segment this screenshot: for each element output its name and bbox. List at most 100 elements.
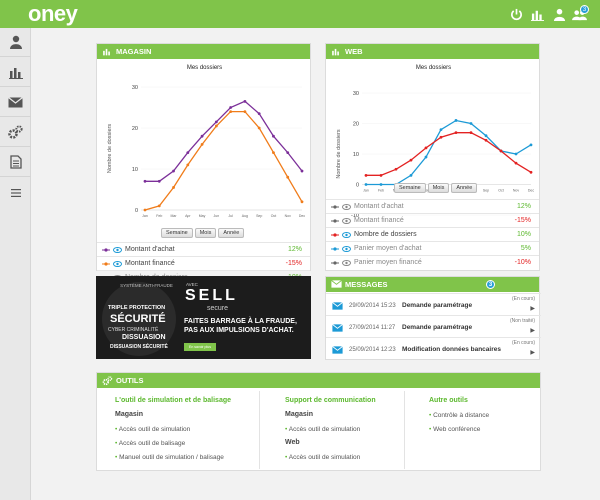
message-subject: Demande paramétrage bbox=[402, 324, 473, 331]
data-point bbox=[529, 170, 533, 174]
x-tick-label: Nov bbox=[285, 214, 291, 218]
eye-icon[interactable] bbox=[342, 246, 351, 252]
x-tick-label: Sep bbox=[256, 214, 262, 218]
web-period-buttons: Semaine Mois Année bbox=[394, 183, 478, 193]
banner-line-6: DISSUASION SÉCURITÉ bbox=[110, 344, 168, 350]
data-point bbox=[229, 106, 233, 109]
data-point bbox=[300, 200, 304, 204]
period-month-button[interactable]: Mois bbox=[194, 228, 217, 238]
banner-more-button[interactable]: En savoir plus bbox=[184, 343, 216, 351]
eye-icon[interactable] bbox=[113, 247, 122, 253]
sidebar bbox=[0, 28, 31, 500]
period-month-button[interactable]: Mois bbox=[427, 183, 450, 193]
data-point bbox=[172, 169, 175, 173]
legend-row[interactable]: Montant financé -15% bbox=[326, 213, 539, 227]
power-icon[interactable] bbox=[510, 8, 523, 21]
message-row[interactable]: 29/09/2014 15:23 Demande paramétrage (En c… bbox=[326, 293, 541, 315]
period-week-button[interactable]: Semaine bbox=[161, 228, 193, 238]
outils-col-autres: Autre outils • Contrôle à distance • Web… bbox=[417, 391, 537, 469]
caret-right-icon[interactable]: ▶ bbox=[530, 349, 535, 356]
bar-chart-icon bbox=[332, 48, 339, 56]
data-point bbox=[514, 152, 518, 156]
document-icon bbox=[9, 155, 22, 169]
link-balisage[interactable]: • Accès outil de balisage bbox=[115, 440, 185, 447]
x-tick-label: Jul bbox=[228, 214, 233, 218]
period-year-button[interactable]: Année bbox=[218, 228, 245, 238]
sidebar-item-stats[interactable] bbox=[0, 58, 31, 87]
legend-label: Panier moyen financé bbox=[354, 259, 422, 266]
x-tick-label: Sep bbox=[483, 189, 489, 193]
eye-icon[interactable] bbox=[342, 218, 351, 224]
data-point bbox=[409, 158, 413, 162]
legend-label: Montant d'achat bbox=[125, 246, 175, 253]
sidebar-item-documents[interactable] bbox=[0, 148, 31, 177]
sidebar-item-messages[interactable] bbox=[0, 88, 31, 117]
x-tick-label: Jan bbox=[363, 189, 369, 193]
sidebar-item-profile[interactable] bbox=[0, 28, 31, 57]
legend-row[interactable]: Nombre de dossiers 10% bbox=[326, 227, 539, 241]
link-communication-magasin[interactable]: • Accès outil de simulation bbox=[285, 426, 360, 433]
banner-brand: SELL bbox=[185, 287, 238, 304]
sidebar-item-menu[interactable] bbox=[0, 178, 31, 207]
notification-badge[interactable]: 3 bbox=[580, 5, 589, 14]
data-point bbox=[214, 124, 218, 128]
oney-logo[interactable]: oney bbox=[28, 1, 78, 27]
legend-row[interactable]: Panier moyen d'achat 5% bbox=[326, 241, 539, 255]
x-tick-label: Feb bbox=[156, 214, 162, 218]
data-point bbox=[469, 131, 473, 135]
data-point bbox=[243, 110, 247, 113]
banner-brand-sub: secure bbox=[207, 305, 229, 312]
eye-icon[interactable] bbox=[342, 204, 351, 210]
data-point bbox=[364, 183, 368, 186]
period-week-button[interactable]: Semaine bbox=[394, 183, 426, 193]
magasin-header: MAGASIN bbox=[97, 44, 310, 59]
link-manuel[interactable]: • Manuel outil de simulation / balisage bbox=[115, 454, 224, 461]
legend-row[interactable]: Montant d'achat 12% bbox=[326, 199, 539, 213]
data-point bbox=[514, 161, 518, 165]
series-marker-icon bbox=[102, 248, 110, 252]
x-tick-label: May bbox=[199, 214, 206, 218]
data-point bbox=[200, 134, 204, 138]
magasin-period-buttons: Semaine Mois Année bbox=[161, 228, 245, 238]
data-point bbox=[454, 119, 458, 122]
period-year-button[interactable]: Année bbox=[451, 183, 478, 193]
legend-label: Nombre de dossiers bbox=[354, 231, 417, 238]
bar-chart-icon bbox=[8, 68, 23, 79]
message-row[interactable]: 27/09/2014 11:27 Demande paramétrage (Non … bbox=[326, 315, 541, 337]
legend-row[interactable]: Montant financé -15% bbox=[97, 256, 310, 270]
eye-icon[interactable] bbox=[342, 232, 351, 238]
caret-right-icon[interactable]: ▶ bbox=[530, 305, 535, 312]
eye-icon[interactable] bbox=[113, 261, 122, 267]
data-point bbox=[484, 138, 488, 142]
sidebar-item-settings[interactable] bbox=[0, 118, 31, 147]
data-point bbox=[364, 173, 368, 177]
y-axis-label: Nombre de dossiers bbox=[336, 129, 342, 178]
col-communication-sub-magasin: Magasin bbox=[285, 411, 314, 418]
settings-icon bbox=[8, 124, 23, 139]
data-point bbox=[186, 151, 190, 154]
legend-label: Panier moyen d'achat bbox=[354, 245, 422, 252]
data-point bbox=[229, 110, 233, 113]
user-icon bbox=[9, 35, 22, 49]
link-webconf[interactable]: • Web conférence bbox=[429, 426, 480, 433]
legend-label: Montant financé bbox=[125, 260, 175, 267]
legend-row[interactable]: Montant d'achat 12% bbox=[97, 242, 310, 256]
link-simulation[interactable]: • Accès outil de simulation bbox=[115, 426, 190, 433]
x-tick-label: Apr bbox=[185, 214, 191, 218]
y-axis-label: Nombre de dossiers bbox=[107, 124, 113, 173]
message-row[interactable]: 25/09/2014 12:23 Modification données ban… bbox=[326, 337, 541, 359]
messages-panel: MESSAGES 3 29/09/2014 15:23 Demande param… bbox=[325, 276, 541, 360]
bar-chart-icon[interactable] bbox=[531, 8, 544, 21]
user-icon[interactable] bbox=[553, 8, 566, 21]
eye-icon[interactable] bbox=[342, 260, 351, 266]
link-communication-web[interactable]: • Accès outil de simulation bbox=[285, 454, 360, 461]
data-point bbox=[379, 183, 383, 186]
sell-secure-banner[interactable]: SYSTÈME ANTI-FRAUDE TRIPLE PROTECTION SÉ… bbox=[96, 276, 311, 359]
top-bar: oney 3 bbox=[0, 0, 600, 28]
outils-header: OUTILS bbox=[97, 373, 540, 388]
data-point bbox=[484, 134, 488, 138]
link-controle[interactable]: • Contrôle à distance bbox=[429, 412, 489, 419]
caret-right-icon[interactable]: ▶ bbox=[530, 327, 535, 334]
legend-row[interactable]: Panier moyen financé -10% bbox=[326, 255, 539, 269]
data-point bbox=[439, 128, 443, 131]
